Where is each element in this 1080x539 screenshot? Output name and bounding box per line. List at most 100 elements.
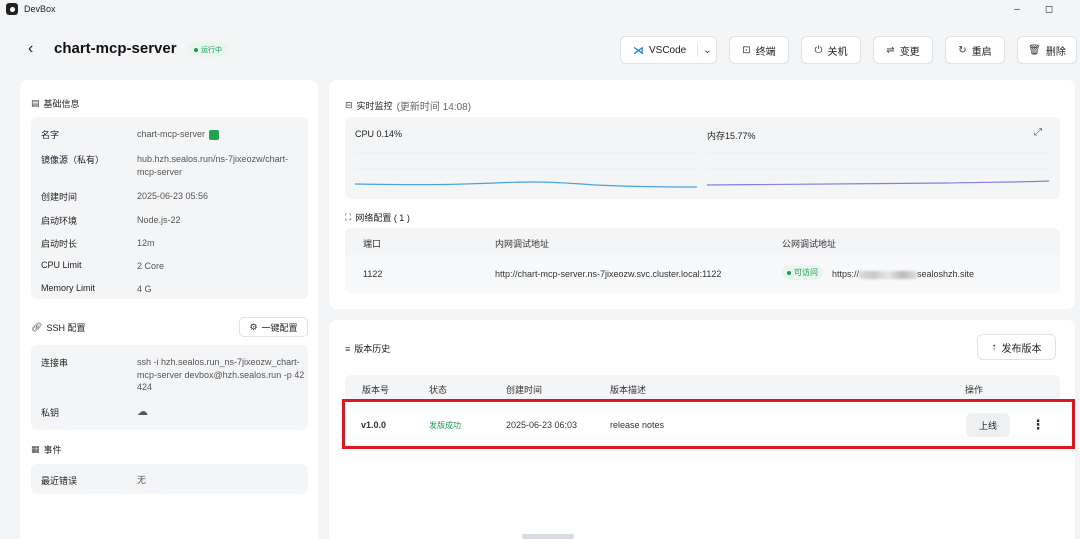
- name-value: chart-mcp-server: [137, 129, 206, 139]
- info-key: 名字: [41, 130, 60, 140]
- vscode-label: VSCode: [649, 44, 687, 56]
- chevron-down-icon[interactable]: ⌄: [703, 45, 711, 56]
- column-header: 版本号: [362, 385, 390, 395]
- nodejs-icon: [209, 129, 220, 140]
- devbox-logo-icon: [6, 3, 18, 15]
- restart-button[interactable]: ↻ 重启: [945, 36, 1005, 64]
- version-value: v1.0.0: [361, 420, 387, 430]
- basic-info-box: 名字 chart-mcp-server 镜像源（私有） hub.hzh.seal…: [31, 117, 308, 299]
- info-value-uptime: 12m: [137, 238, 155, 248]
- expand-icon[interactable]: ⤢: [1034, 127, 1042, 138]
- shutdown-button[interactable]: ⏻ 关机: [801, 36, 861, 64]
- version-created: 2025-06-23 06:03: [506, 420, 578, 430]
- app-name: DevBox: [24, 4, 56, 14]
- status-dot-icon: [787, 270, 791, 275]
- column-header: 创建时间: [506, 385, 543, 395]
- ssh-label: SSH 配置: [46, 323, 86, 333]
- ssh-conn-value[interactable]: ssh -i hzh.sealos.run_ns-7jixeozw_chart-…: [137, 356, 307, 394]
- vscode-icon: ⋊: [633, 44, 644, 57]
- oneclick-config-button[interactable]: ⚙ 一键配置: [239, 317, 308, 337]
- events-label: 事件: [43, 445, 62, 455]
- memory-usage: 内存15.77%: [707, 131, 756, 141]
- monitor-label: 实时监控: [356, 101, 393, 111]
- public-address[interactable]: https:// sealoshzh.site: [832, 269, 974, 279]
- power-icon: ⏻: [814, 44, 823, 56]
- restore-button[interactable]: ◻: [1042, 2, 1056, 16]
- monitor-icon: ⊟: [345, 100, 353, 110]
- info-value-memory: 4 G: [137, 284, 152, 294]
- internal-address[interactable]: http://chart-mcp-server.ns-7jixeozw.svc.…: [495, 269, 721, 279]
- trash-icon: 🗑: [1028, 44, 1041, 56]
- oneclick-label: 一键配置: [261, 322, 298, 333]
- change-label: 变更: [899, 46, 920, 58]
- terminal-icon: ⊡: [742, 44, 751, 56]
- restart-icon: ↻: [958, 44, 967, 56]
- vscode-button[interactable]: ⋊ VSCode ⌄: [620, 36, 717, 64]
- status-text: 运行中: [201, 46, 222, 54]
- redacted-region: [859, 270, 918, 279]
- info-key: 镜像源（私有）: [41, 155, 105, 165]
- column-header: 公网调试地址: [782, 239, 837, 249]
- info-key: 启动时长: [41, 239, 78, 249]
- status-badge: 运行中: [188, 42, 228, 57]
- page-header: ‹ chart-mcp-server 运行中 ⋊ VSCode ⌄ ⊡ 终端 ⏻…: [0, 30, 1080, 70]
- basic-info-title: ▤ 基础信息: [31, 97, 80, 110]
- column-header: 版本描述: [610, 385, 647, 395]
- version-history-panel: ≡ 版本历史 ↑ 发布版本 版本号 状态 创建时间 版本描述 操作 v1.0.0…: [329, 320, 1075, 539]
- monitor-updated: (更新时间 14:08): [396, 102, 472, 113]
- delete-label: 删除: [1045, 46, 1066, 58]
- document-icon: ▤: [31, 98, 40, 108]
- monitor-panel: ⊟ 实时监控 (更新时间 14:08) CPU 0.14% 内存15.77% ⤢…: [329, 80, 1075, 309]
- terminal-button[interactable]: ⊡ 终端: [729, 36, 789, 64]
- events-title: ▦ 事件: [31, 443, 62, 456]
- online-button[interactable]: 上线: [966, 413, 1010, 437]
- memory-sparkline: [707, 152, 1049, 186]
- publish-label: 发布版本: [1001, 343, 1042, 355]
- title-bar: DevBox – ◻: [0, 0, 1080, 18]
- ssh-key: 私钥: [41, 408, 60, 418]
- info-value-env: Node.js-22: [137, 215, 181, 225]
- info-key: 创建时间: [41, 192, 78, 202]
- info-panel: ▤ 基础信息 名字 chart-mcp-server 镜像源（私有） hub.h…: [20, 80, 318, 539]
- more-vertical-icon[interactable]: ⋮: [1031, 413, 1045, 437]
- restart-label: 重启: [971, 46, 992, 58]
- ssh-box: 连接串 ssh -i hzh.sealos.run_ns-7jixeozw_ch…: [31, 345, 308, 430]
- ssh-key: 连接串: [41, 358, 69, 368]
- accessible-badge: 可访问: [782, 265, 823, 280]
- list-icon: ≡: [345, 343, 351, 354]
- network-title: ⛶ 网络配置 ( 1 ): [345, 211, 410, 224]
- publish-version-button[interactable]: ↑ 发布版本: [977, 334, 1056, 360]
- swap-icon: ⇌: [886, 44, 895, 56]
- public-prefix: https://: [832, 269, 860, 279]
- info-value-image: hub.hzh.sealos.run/ns-7jixeozw/chart-mcp…: [137, 154, 289, 177]
- delete-button[interactable]: 🗑 删除: [1017, 36, 1077, 64]
- version-description: release notes: [610, 420, 665, 430]
- history-label: 版本历史: [354, 344, 391, 354]
- status-dot-icon: [194, 47, 198, 52]
- table-row: v1.0.0 发版成功 2025-06-23 06:03 release not…: [345, 400, 1060, 450]
- gear-icon: ⚙: [249, 321, 258, 332]
- info-value-name: chart-mcp-server: [137, 128, 307, 141]
- back-button[interactable]: ‹: [28, 40, 33, 58]
- cloud-download-icon[interactable]: ☁: [137, 406, 307, 419]
- divider: [697, 43, 699, 57]
- info-key: CPU Limit: [41, 260, 82, 270]
- minimize-button[interactable]: –: [1010, 2, 1024, 16]
- events-box: 最近错误 无: [31, 464, 308, 494]
- scrollbar[interactable]: [522, 534, 574, 539]
- change-button[interactable]: ⇌ 变更: [873, 36, 933, 64]
- monitor-title: ⊟ 实时监控 (更新时间 14:08): [345, 98, 471, 113]
- basic-info-label: 基础信息: [43, 99, 80, 109]
- column-header: 操作: [965, 385, 984, 395]
- terminal-label: 终端: [755, 46, 776, 58]
- link-icon: 🔗︎: [31, 322, 43, 332]
- monitor-charts: CPU 0.14% 内存15.77% ⤢: [345, 117, 1060, 199]
- history-title: ≡ 版本历史: [345, 342, 390, 355]
- history-table-header: 版本号 状态 创建时间 版本描述 操作: [345, 375, 1060, 400]
- info-value-cpu: 2 Core: [137, 261, 165, 271]
- network-table: 端口 内网调试地址 公网调试地址 1122 http://chart-mcp-s…: [345, 228, 1060, 293]
- arrow-up-icon: ↑: [991, 341, 997, 353]
- events-key: 最近错误: [41, 476, 78, 486]
- column-header: 状态: [429, 385, 448, 395]
- column-header: 端口: [363, 239, 382, 249]
